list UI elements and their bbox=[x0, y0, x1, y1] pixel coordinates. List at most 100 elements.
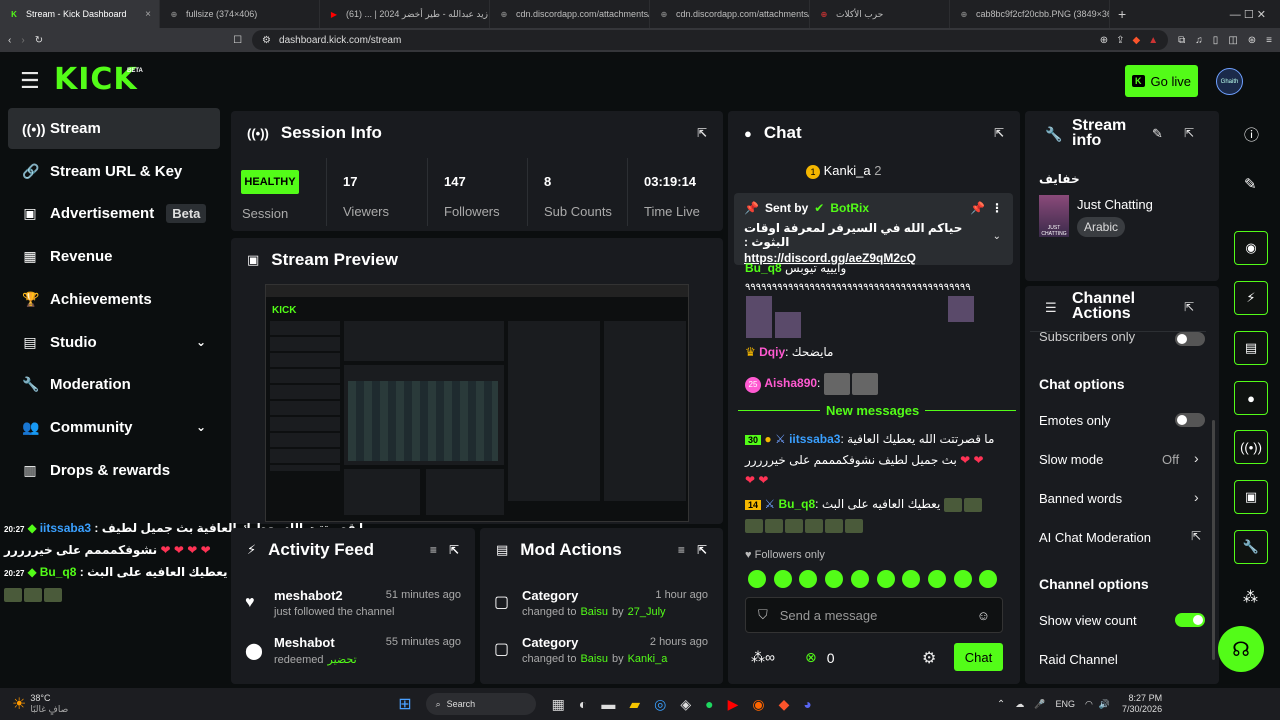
lightning-icon[interactable]: ⚡ bbox=[1234, 281, 1268, 315]
chevron-right-icon[interactable]: › bbox=[1194, 489, 1199, 505]
avatar[interactable]: Ghaith bbox=[1216, 68, 1243, 95]
taskbar-search[interactable]: ⌕ Search bbox=[425, 693, 536, 715]
emoji-icon[interactable]: ☺ bbox=[977, 608, 990, 623]
clock[interactable]: 8:27 PM 7/30/2026 bbox=[1122, 693, 1162, 715]
layout-icon[interactable]: ▣ bbox=[1234, 480, 1268, 514]
banned-words-label[interactable]: Banned words bbox=[1039, 491, 1122, 506]
emote-picker-item[interactable] bbox=[953, 570, 972, 588]
more-options-icon[interactable]: ⋮ bbox=[991, 201, 1003, 215]
sidebar-item-moderation[interactable]: 🔧 Moderation bbox=[8, 364, 220, 405]
brave-icon[interactable]: ◆ bbox=[779, 696, 790, 713]
chevron-right-icon[interactable]: › bbox=[1194, 450, 1199, 466]
activity-item[interactable]: ♥ meshabot2 51 minutes ago just followed th… bbox=[241, 586, 469, 630]
emotes-only-toggle[interactable] bbox=[1175, 413, 1205, 427]
document-icon[interactable]: ▤ bbox=[1234, 331, 1268, 365]
tray-cloud-icon[interactable]: ☁ bbox=[1015, 699, 1024, 710]
pencil-icon[interactable]: ✎ bbox=[1244, 175, 1257, 193]
emote-picker-item[interactable] bbox=[876, 570, 895, 588]
obs-icon[interactable]: ◉ bbox=[752, 696, 764, 713]
send-chat-button[interactable]: Chat bbox=[954, 643, 1003, 671]
sidebar-item-achievements[interactable]: 🏆 Achievements bbox=[8, 279, 220, 320]
subscribers-only-toggle[interactable] bbox=[1175, 332, 1205, 346]
go-live-button[interactable]: K Go live bbox=[1125, 65, 1198, 97]
sidebar-item-revenue[interactable]: ▦ Revenue bbox=[8, 236, 220, 277]
chat-username[interactable]: Bu_q8 bbox=[745, 261, 782, 275]
popout-icon[interactable]: ⇱ bbox=[697, 126, 707, 140]
zoom-icon[interactable]: ⊕ bbox=[1100, 35, 1108, 46]
stream-preview-video[interactable]: KICK bbox=[265, 284, 689, 522]
browser-tab[interactable]: ⊕ حرب الأكلات bbox=[810, 0, 950, 28]
chat-icon[interactable]: ● bbox=[1234, 381, 1268, 415]
chevron-down-icon[interactable]: ⌄ bbox=[196, 335, 206, 349]
emote-picker-item[interactable] bbox=[748, 570, 766, 588]
mod-action-item[interactable]: ▢ Category 1 hour ago changed to Baisu by 27_J… bbox=[490, 586, 716, 630]
sidebar-item-community[interactable]: 👥 Community ⌄ bbox=[8, 407, 220, 448]
chevron-down-icon[interactable]: ⌄ bbox=[196, 420, 206, 434]
popout-icon[interactable]: ⇱ bbox=[1184, 126, 1194, 140]
browser-tab[interactable]: ⊕ cdn.discordapp.com/attachments/14 bbox=[490, 0, 650, 28]
new-messages-label[interactable]: New messages bbox=[820, 403, 926, 418]
kick-points-icon[interactable]: ⁂∞ bbox=[751, 649, 775, 666]
chat-username[interactable]: Aisha890 bbox=[764, 376, 817, 390]
popout-icon[interactable]: ⇱ bbox=[994, 126, 1004, 140]
activity-item[interactable]: ⬤ Meshabot 55 minutes ago redeemed تحضير bbox=[241, 633, 469, 677]
mod-action-item[interactable]: ▢ Category 2 hours ago changed to Baisu by Kan… bbox=[490, 633, 716, 677]
volume-icon[interactable]: 🔊 bbox=[1099, 699, 1110, 710]
tray-chevron-icon[interactable]: ⌃ bbox=[997, 699, 1005, 710]
media-icon[interactable]: ♫ bbox=[1195, 35, 1203, 46]
youtube-icon[interactable]: ▶ bbox=[728, 696, 739, 713]
slow-mode-label[interactable]: Slow mode bbox=[1039, 452, 1103, 467]
close-icon[interactable]: × bbox=[145, 9, 151, 20]
address-bar[interactable]: ⚙ dashboard.kick.com/stream ⊕ ⇪ ◆ ▲ bbox=[252, 30, 1169, 50]
folder-icon[interactable]: ▰ bbox=[629, 696, 640, 713]
browser-tab[interactable]: ⊕ cab8bc9f2cf20cbb.PNG (3849×3600) bbox=[950, 0, 1110, 28]
edge-icon[interactable]: ◎ bbox=[654, 696, 666, 713]
chat-username[interactable]: Bu_q8 bbox=[778, 497, 815, 511]
scrollbar[interactable] bbox=[1212, 420, 1215, 660]
raid-channel-label[interactable]: Raid Channel bbox=[1039, 652, 1118, 667]
chat-username[interactable]: Dqiy bbox=[759, 345, 785, 359]
menu-icon[interactable]: ≡ bbox=[1266, 35, 1272, 46]
discord-icon[interactable]: ◕ bbox=[803, 696, 811, 712]
vpn-icon[interactable]: ⊛ bbox=[1248, 35, 1256, 46]
community-icon[interactable]: ⁂ bbox=[1243, 588, 1258, 606]
popout-icon[interactable]: ⇱ bbox=[1184, 300, 1194, 314]
back-icon[interactable]: ‹ bbox=[8, 35, 11, 46]
reload-icon[interactable]: ↻ bbox=[35, 35, 43, 46]
top-gifter[interactable]: 1 Kanki_a 2 bbox=[806, 163, 881, 179]
brave-rewards-icon[interactable]: ▲ bbox=[1148, 35, 1158, 46]
extensions-icon[interactable]: ⧉ bbox=[1178, 35, 1185, 46]
new-tab-icon[interactable]: + bbox=[1118, 6, 1126, 22]
tag-chip[interactable]: Arabic bbox=[1077, 217, 1126, 237]
sidebar-item-stream[interactable]: ((•)) Stream bbox=[8, 108, 220, 149]
wallet-icon[interactable]: ◫ bbox=[1228, 35, 1237, 46]
sidebar-item-advertisement[interactable]: ▣ Advertisement Beta bbox=[8, 193, 220, 234]
show-view-count-toggle[interactable] bbox=[1175, 613, 1205, 627]
external-link-icon[interactable]: ⇱ bbox=[1191, 529, 1201, 543]
broadcast-icon[interactable]: ((•)) bbox=[1234, 430, 1268, 464]
ai-moderation-label[interactable]: AI Chat Moderation bbox=[1039, 530, 1151, 545]
emote-picker-item[interactable] bbox=[825, 570, 844, 588]
sidebar-item-studio[interactable]: ▤ Studio ⌄ bbox=[8, 322, 220, 363]
popout-icon[interactable]: ⇱ bbox=[449, 543, 459, 557]
edit-icon[interactable]: ✎ bbox=[1152, 126, 1163, 142]
info-icon[interactable]: ⓘ bbox=[1244, 124, 1259, 145]
forward-icon[interactable]: › bbox=[21, 35, 24, 46]
category-name[interactable]: Just Chatting bbox=[1077, 197, 1153, 212]
browser-tab[interactable]: ⊕ fullsize (374×406) bbox=[160, 0, 320, 28]
kick-logo[interactable]: KICK bbox=[54, 62, 138, 97]
emote-picker-item[interactable] bbox=[850, 570, 869, 588]
github-icon[interactable]: ◐ bbox=[579, 696, 587, 712]
windows-start-icon[interactable]: ⊞ bbox=[398, 694, 411, 714]
app-icon[interactable]: ◈ bbox=[680, 696, 691, 713]
chat-input[interactable]: ⛉ Send a message ☺ bbox=[745, 597, 1003, 633]
sidebar-item-drops-rewards[interactable]: ▥ Drops & rewards bbox=[8, 450, 220, 491]
pinned-message[interactable]: 📌 Sent by ✔ BotRix 📌 ⋮ حياكم الله في الس… bbox=[734, 193, 1013, 265]
browser-tab[interactable]: K Stream - Kick Dashboard × bbox=[0, 0, 160, 28]
browser-tab[interactable]: ⊕ cdn.discordapp.com/attachments/15 bbox=[650, 0, 810, 28]
chevron-down-icon[interactable]: ⌄ bbox=[993, 231, 1001, 242]
settings-icon[interactable]: ⚙ bbox=[922, 648, 936, 668]
language-indicator[interactable]: ENG bbox=[1055, 699, 1075, 709]
camera-icon[interactable]: ◉ bbox=[1234, 231, 1268, 265]
brave-shield-icon[interactable]: ◆ bbox=[1133, 35, 1141, 46]
